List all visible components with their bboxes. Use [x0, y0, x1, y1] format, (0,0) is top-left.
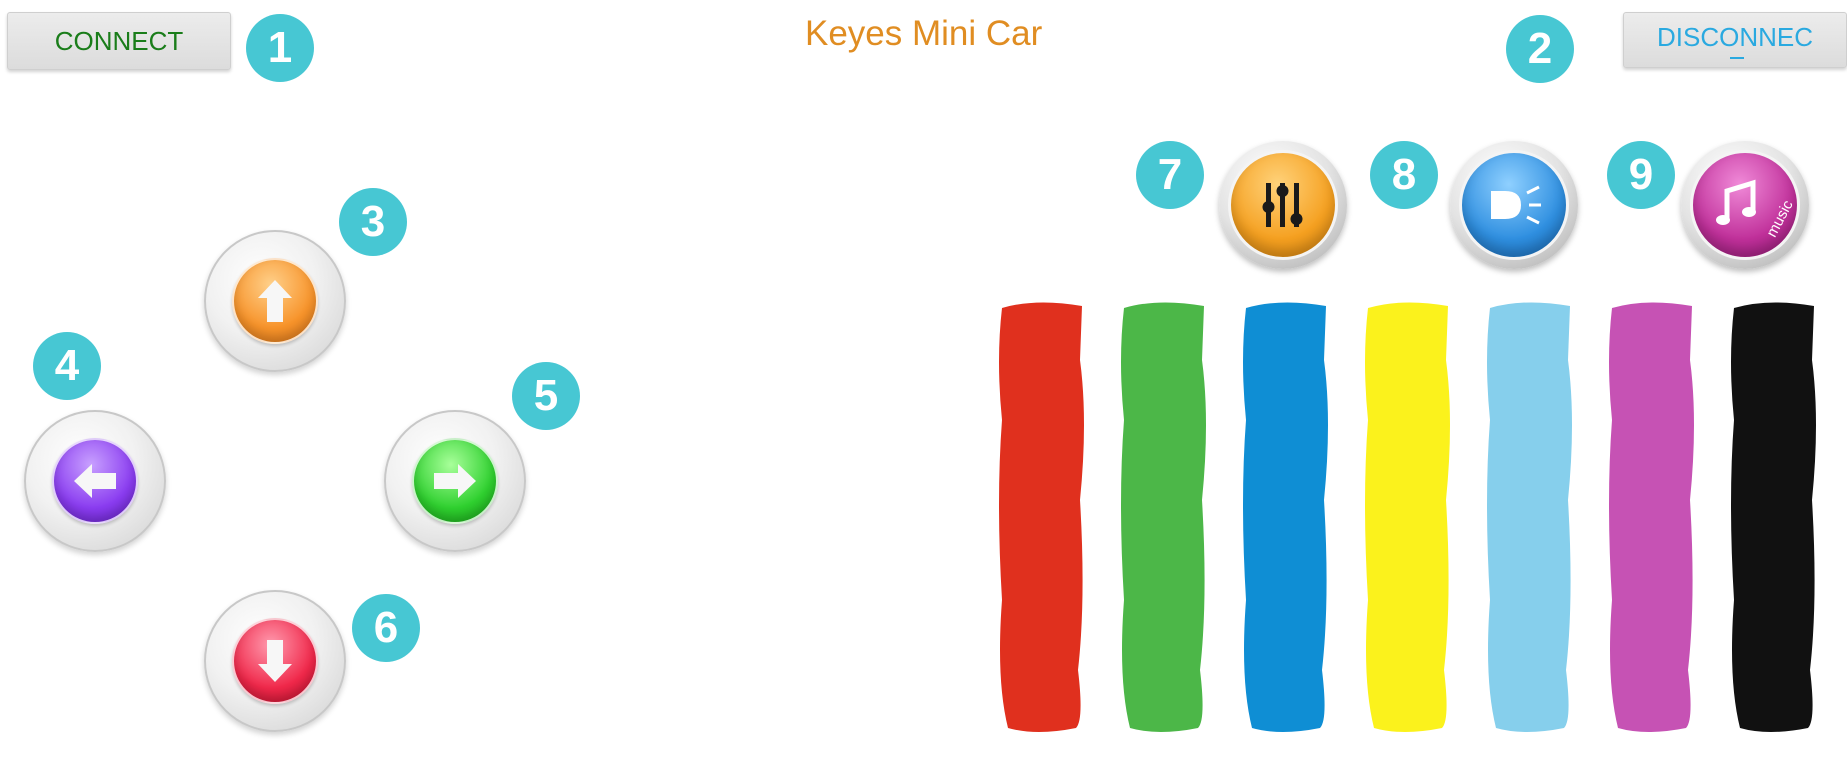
disconnect-underline — [1730, 57, 1744, 59]
forward-button[interactable] — [204, 230, 346, 372]
marker-6: 6 — [352, 594, 420, 662]
backward-button[interactable] — [204, 590, 346, 732]
marker-4: 4 — [33, 332, 101, 400]
marker-7: 7 — [1136, 141, 1204, 209]
connect-button[interactable]: CONNECT — [7, 12, 231, 70]
music-button[interactable]: music — [1681, 141, 1809, 269]
down-arrow-icon — [258, 640, 292, 682]
speed-control-button[interactable] — [1219, 141, 1347, 269]
green-stripe-shape — [1121, 302, 1206, 732]
disconnect-button[interactable]: DISCONNEC — [1623, 12, 1847, 68]
yellow-stripe-shape — [1365, 302, 1450, 732]
color-stripe-magenta[interactable] — [1606, 300, 1698, 732]
color-stripe-blue[interactable] — [1240, 300, 1332, 732]
red-stripe-shape — [999, 302, 1084, 732]
disconnect-label: DISCONNEC — [1656, 21, 1813, 52]
marker-8: 8 — [1370, 141, 1438, 209]
marker-1: 1 — [246, 14, 314, 82]
color-stripe-red[interactable] — [996, 300, 1088, 732]
left-arrow-icon — [74, 464, 116, 498]
connect-label: CONNECT — [54, 25, 184, 56]
marker-5: 5 — [512, 362, 580, 430]
speed-control-face — [1228, 150, 1338, 260]
forward-button-face — [232, 258, 318, 344]
music-face: music — [1690, 150, 1800, 260]
right-button[interactable] — [384, 410, 526, 552]
left-button[interactable] — [24, 410, 166, 552]
headlight-face — [1459, 150, 1569, 260]
black-stripe-shape — [1731, 302, 1816, 732]
right-arrow-icon — [434, 464, 476, 498]
color-stripe-green[interactable] — [1118, 300, 1210, 732]
color-stripe-light-blue[interactable] — [1484, 300, 1576, 732]
headlight-icon — [1491, 185, 1541, 225]
color-stripe-yellow[interactable] — [1362, 300, 1454, 732]
marker-3: 3 — [339, 188, 407, 256]
right-button-face — [412, 438, 498, 524]
headlight-button[interactable] — [1450, 141, 1578, 269]
backward-button-face — [232, 618, 318, 704]
marker-2: 2 — [1506, 15, 1574, 83]
page-title: Keyes Mini Car — [805, 14, 1043, 53]
left-button-face — [52, 438, 138, 524]
marker-9: 9 — [1607, 141, 1675, 209]
magenta-stripe-shape — [1609, 302, 1694, 732]
light-blue-stripe-shape — [1487, 302, 1572, 732]
sliders-icon — [1262, 183, 1303, 227]
up-arrow-icon — [258, 280, 292, 322]
blue-stripe-shape — [1243, 302, 1328, 732]
color-stripe-black[interactable] — [1728, 300, 1820, 732]
